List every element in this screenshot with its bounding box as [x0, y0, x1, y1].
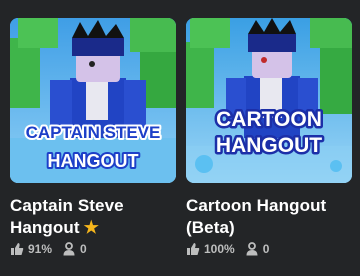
game-stats: 100% 0	[186, 242, 352, 256]
thumbnail-art: CAPTAIN STEVE HANGOUT	[10, 18, 176, 183]
game-title-line1: Cartoon Hangout	[186, 196, 327, 215]
players-stat: 0	[245, 242, 270, 256]
thumbnail-title-line1: CARTOON	[216, 108, 322, 131]
thumbnail-art: CARTOON HANGOUT	[186, 18, 352, 183]
game-title-line2: (Beta)	[186, 218, 235, 237]
game-title[interactable]: Captain Steve Hangout ★	[10, 195, 176, 239]
players-value: 0	[262, 242, 270, 256]
rating-value: 91%	[28, 242, 53, 256]
game-title[interactable]: Cartoon Hangout (Beta)	[186, 195, 352, 239]
players-value: 0	[80, 242, 87, 256]
game-grid: CAPTAIN STEVE HANGOUT Captain Steve Hang…	[0, 0, 360, 276]
game-title-line2: Hangout	[10, 218, 80, 237]
thumbnail-title-line2: HANGOUT	[216, 134, 322, 157]
players-stat: 0	[62, 242, 87, 256]
thumbs-up-icon	[187, 243, 200, 255]
game-card-captain-steve-hangout[interactable]: CAPTAIN STEVE HANGOUT Captain Steve Hang…	[10, 18, 176, 256]
thumbnail-title-line2: HANGOUT	[48, 151, 139, 171]
game-stats: 91% 0	[10, 242, 176, 256]
person-icon	[246, 242, 258, 256]
rating-stat: 91%	[10, 242, 52, 256]
game-thumbnail[interactable]: CARTOON HANGOUT	[186, 18, 352, 183]
star-icon: ★	[83, 218, 99, 237]
rating-value: 100%	[204, 242, 235, 256]
rating-stat: 100%	[186, 242, 235, 256]
game-thumbnail[interactable]: CAPTAIN STEVE HANGOUT	[10, 18, 176, 183]
thumbnail-title-line1: CAPTAIN STEVE	[26, 123, 161, 142]
game-title-line1: Captain Steve	[10, 196, 124, 215]
game-card-cartoon-hangout[interactable]: CARTOON HANGOUT Cartoon Hangout (Beta) 1…	[186, 18, 352, 256]
person-icon	[63, 242, 75, 256]
thumbs-up-icon	[11, 243, 24, 255]
